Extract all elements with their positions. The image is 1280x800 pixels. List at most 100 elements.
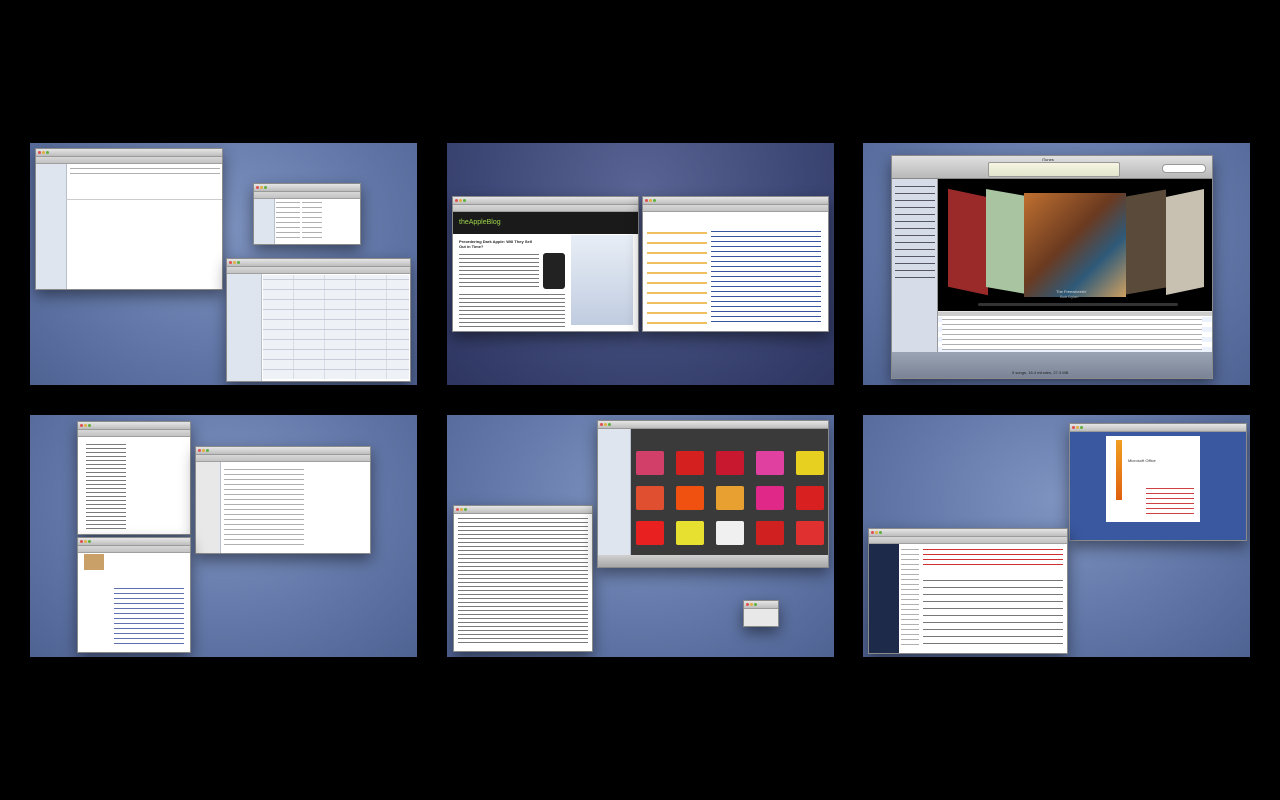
titlebar[interactable]: [744, 601, 778, 609]
toolbar: [453, 205, 638, 212]
cover-flow[interactable]: The Freewheelin' Bob Dylan: [938, 179, 1212, 311]
titlebar[interactable]: [598, 421, 828, 429]
iphoto-window[interactable]: [597, 420, 829, 568]
photo-15[interactable]: [796, 521, 824, 545]
page-table: [114, 586, 184, 646]
sheet-sidebar: [196, 462, 221, 553]
titlebar[interactable]: [254, 184, 360, 192]
photo-12[interactable]: [676, 521, 704, 545]
space-3[interactable]: iTunes The Freewheelin' Bob Dylan 5 song…: [863, 143, 1250, 385]
photo-11[interactable]: [636, 521, 664, 545]
safari-appleblog-window[interactable]: theAppleBlog Preordering Dark Apple: Wil…: [452, 196, 639, 332]
toolbar: [643, 205, 828, 212]
album-cover-right[interactable]: [1126, 189, 1166, 295]
lcd-display: [988, 162, 1120, 177]
textedit-window[interactable]: [77, 421, 191, 535]
table-rows: [942, 317, 1202, 350]
itunes-topbar: iTunes: [892, 156, 1212, 179]
toolbar: [78, 546, 190, 553]
message-list: [923, 547, 1063, 569]
titlebar[interactable]: [643, 197, 828, 205]
photo-1[interactable]: [636, 451, 664, 475]
photo-2[interactable]: [676, 451, 704, 475]
titlebar[interactable]: [227, 259, 410, 267]
news-list: [711, 229, 821, 325]
divider: [66, 199, 222, 200]
itunes-window[interactable]: iTunes The Freewheelin' Bob Dylan 5 song…: [891, 155, 1213, 379]
toolbar: [36, 157, 222, 164]
song-table: [938, 312, 1212, 352]
iphone-image: [543, 253, 565, 289]
weather-panel: [647, 227, 707, 327]
small-panel[interactable]: [743, 600, 779, 627]
titlebar[interactable]: [1070, 424, 1246, 432]
toolbar: [78, 430, 190, 437]
itunes-bottom-bar: 5 songs, 16.4 minutes, 27.3 MB: [892, 352, 1212, 378]
photo-7[interactable]: [676, 486, 704, 510]
iphoto-source-list: [598, 429, 631, 555]
message-body: [923, 577, 1063, 647]
photo-14[interactable]: [756, 521, 784, 545]
space-2[interactable]: theAppleBlog Preordering Dark Apple: Wil…: [447, 143, 834, 385]
office-text: [1146, 486, 1194, 516]
article-headline-2[interactable]: Out in Time?: [459, 244, 483, 249]
album-cover-center[interactable]: [1024, 193, 1126, 297]
space-4[interactable]: [30, 415, 417, 657]
titlebar[interactable]: [454, 506, 592, 514]
sidebar-items: [895, 183, 935, 283]
space-5[interactable]: [447, 415, 834, 657]
column-view: [276, 200, 300, 240]
ie-window[interactable]: [868, 528, 1068, 654]
document-text: [86, 442, 126, 530]
article-body-2: [459, 292, 565, 328]
titlebar[interactable]: [196, 447, 370, 455]
toolbar: [227, 267, 410, 274]
photo-4[interactable]: [756, 451, 784, 475]
photo-6[interactable]: [636, 486, 664, 510]
titlebar[interactable]: [36, 149, 222, 157]
photo-13[interactable]: [716, 521, 744, 545]
space-6[interactable]: Microsoft Office: [863, 415, 1250, 657]
safari-news-window[interactable]: [642, 196, 829, 332]
toolbar: [196, 455, 370, 462]
album-cover-left[interactable]: [948, 188, 988, 296]
folder-tree: [901, 547, 919, 647]
photo-5[interactable]: [796, 451, 824, 475]
finder-window[interactable]: [35, 148, 223, 290]
browser-window[interactable]: [77, 537, 191, 653]
photo-3[interactable]: [716, 451, 744, 475]
photo-10[interactable]: [796, 486, 824, 510]
titlebar[interactable]: [78, 422, 190, 430]
office-page: Microsoft Office: [1106, 436, 1200, 522]
album-artist: Bob Dylan: [1060, 294, 1079, 299]
toolbar: [254, 192, 360, 199]
space-1[interactable]: [30, 143, 417, 385]
iphoto-toolbar: [598, 555, 828, 567]
photo-thumb: [84, 554, 104, 570]
office-window[interactable]: Microsoft Office: [1069, 423, 1247, 541]
toolbar: [869, 537, 1067, 544]
titlebar[interactable]: [453, 197, 638, 205]
titlebar[interactable]: [78, 538, 190, 546]
coverflow-scrollbar[interactable]: [978, 303, 1178, 306]
office-title: Microsoft Office: [1128, 458, 1156, 463]
small-finder-window[interactable]: [253, 183, 361, 245]
calendar-grid: [263, 275, 409, 379]
article-body: [459, 252, 539, 287]
dark-sidebar: [869, 544, 899, 653]
album-cover-right-2[interactable]: [1166, 188, 1204, 296]
titlebar[interactable]: [869, 529, 1067, 537]
ical-window[interactable]: [226, 258, 411, 382]
spreadsheet-window[interactable]: [195, 446, 371, 554]
table-header: [938, 312, 1212, 316]
site-name: theAppleBlog: [459, 219, 501, 226]
photo-8[interactable]: [716, 486, 744, 510]
search-field[interactable]: [1162, 164, 1206, 173]
sheet-content: [224, 467, 304, 547]
file-list: [70, 166, 220, 176]
photo-9[interactable]: [756, 486, 784, 510]
sidebar: [254, 199, 275, 244]
calendar-list: [227, 274, 262, 381]
spaces-overview: theAppleBlog Preordering Dark Apple: Wil…: [0, 0, 1280, 800]
text-document-window[interactable]: [453, 505, 593, 652]
